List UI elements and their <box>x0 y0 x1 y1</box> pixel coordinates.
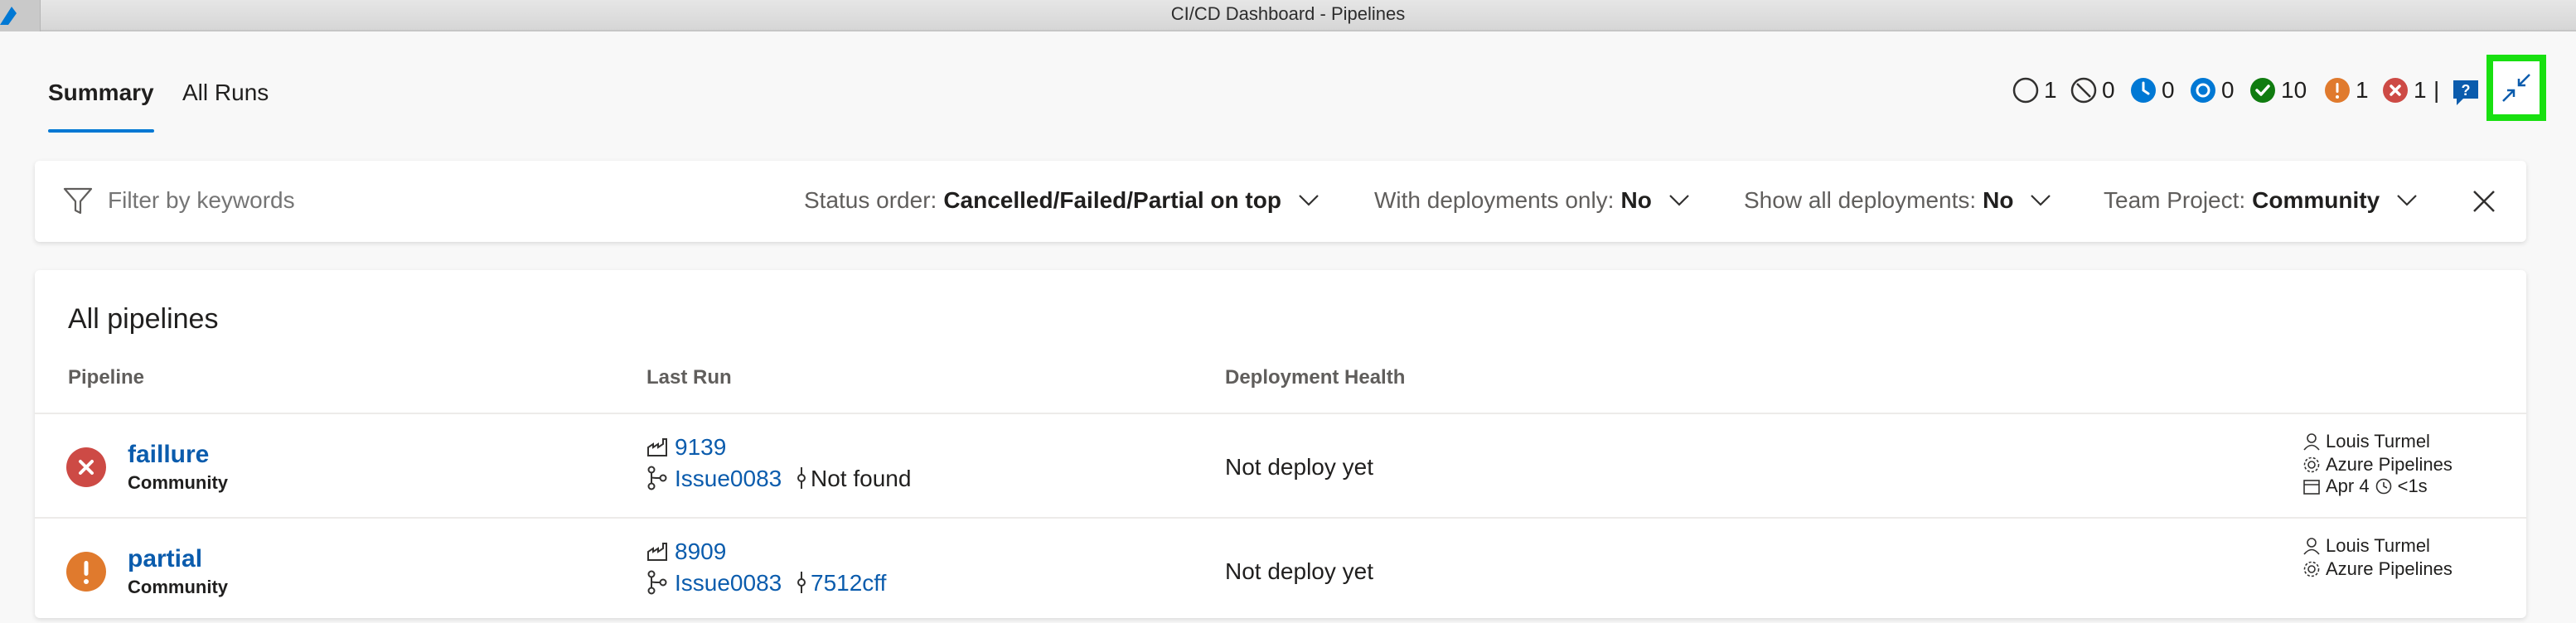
deployment-health-text: Not deploy yet <box>1225 558 1373 584</box>
status-separator: | <box>2433 77 2440 103</box>
pipeline-project: Community <box>128 472 228 493</box>
status-count: 1 <box>2356 77 2369 103</box>
branch-link[interactable]: Issue0083 <box>675 570 782 596</box>
clock-icon <box>2375 478 2391 495</box>
table-row[interactable]: faillure Community 9139 Issue0083 Not fo… <box>35 413 2526 519</box>
commit-link[interactable]: 7512cff <box>811 570 886 596</box>
pipeline-project: Community <box>128 577 228 597</box>
svg-text:?: ? <box>2462 82 2471 99</box>
status-count: 1 <box>2414 77 2427 103</box>
status-count: 10 <box>2281 77 2307 103</box>
window-titlebar: CI/CD Dashboard - Pipelines <box>0 0 2576 31</box>
column-header-pipeline: Pipeline <box>68 366 145 389</box>
run-source: Azure Pipelines <box>2302 454 2453 476</box>
team-project-value: Community <box>2252 187 2380 213</box>
source-name: Azure Pipelines <box>2326 558 2453 579</box>
status-not-started[interactable]: 1 <box>2012 77 2057 104</box>
status-succeeded[interactable]: 10 <box>2249 77 2307 104</box>
collapse-arrows-icon <box>2502 74 2530 102</box>
status-order-dropdown[interactable]: Status order: Cancelled/Failed/Partial o… <box>804 187 1319 214</box>
author-name: Louis Turmel <box>2326 535 2430 556</box>
failed-icon <box>2383 78 2408 103</box>
team-project-label: Team Project: <box>2104 187 2246 213</box>
filter-icon <box>63 187 93 215</box>
deployments-only-label: With deployments only: <box>1374 187 1615 213</box>
not-started-icon <box>2012 77 2039 104</box>
commit-icon <box>797 572 806 593</box>
succeeded-icon <box>2250 78 2275 103</box>
table-row[interactable]: partial Community 8909 Issue0083 7512cff… <box>35 517 2526 623</box>
feedback-help-icon[interactable]: ? <box>2452 79 2482 111</box>
team-project-dropdown[interactable]: Team Project: Community <box>2104 187 2418 214</box>
status-order-value: Cancelled/Failed/Partial on top <box>943 187 1281 213</box>
chevron-down-icon <box>1299 195 1319 206</box>
status-count: 1 <box>2044 77 2057 103</box>
tab-summary[interactable]: Summary <box>48 80 154 106</box>
pipeline-name-link[interactable]: faillure <box>128 441 209 469</box>
source-name: Azure Pipelines <box>2326 454 2453 475</box>
warning-icon <box>2325 78 2350 103</box>
status-order-label: Status order: <box>804 187 937 213</box>
gear-icon <box>2303 456 2320 473</box>
calendar-icon <box>2303 480 2320 495</box>
commit-text: Not found <box>811 466 912 491</box>
run-number-link[interactable]: 8909 <box>675 538 726 565</box>
queued-icon <box>2191 78 2215 103</box>
chevron-down-icon <box>2031 195 2051 206</box>
status-partial[interactable]: 1 <box>2324 77 2369 104</box>
tab-all-runs[interactable]: All Runs <box>182 80 269 106</box>
branch-icon <box>647 570 667 595</box>
status-in-progress[interactable]: 0 <box>2130 77 2175 104</box>
run-source: Azure Pipelines <box>2302 558 2453 580</box>
run-date: Apr 4 <box>2326 476 2370 496</box>
warning-icon <box>66 552 106 592</box>
card-title: All pipelines <box>68 303 219 335</box>
in-progress-icon <box>2131 78 2156 103</box>
tab-active-indicator <box>48 129 154 133</box>
person-icon <box>2303 433 2320 451</box>
window-title: CI/CD Dashboard - Pipelines <box>1170 3 1406 24</box>
status-failed[interactable]: 1 <box>2382 77 2427 104</box>
gear-icon <box>2303 561 2320 577</box>
run-author: Louis Turmel <box>2302 431 2430 452</box>
run-number-link[interactable]: 9139 <box>675 434 726 461</box>
deployments-only-dropdown[interactable]: With deployments only: No <box>1374 187 1690 214</box>
keyword-filter-input[interactable] <box>108 187 522 214</box>
run-author: Louis Turmel <box>2302 535 2430 557</box>
build-run-icon <box>647 438 667 456</box>
status-count: 0 <box>2102 77 2115 103</box>
run-duration: <1s <box>2397 476 2428 496</box>
status-count: 0 <box>2162 77 2175 103</box>
collapse-button[interactable] <box>2486 55 2546 121</box>
show-all-label: Show all deployments: <box>1744 187 1977 213</box>
build-run-icon <box>647 543 667 561</box>
close-icon[interactable] <box>2472 189 2496 214</box>
chevron-down-icon <box>1669 195 1689 206</box>
chevron-down-icon <box>2397 195 2417 206</box>
failed-icon <box>66 447 106 487</box>
column-header-deployment-health: Deployment Health <box>1225 366 1406 389</box>
column-header-last-run: Last Run <box>646 366 732 389</box>
pipelines-card: All pipelines Pipeline Last Run Deployme… <box>35 270 2526 618</box>
status-queued[interactable]: 0 <box>2190 77 2235 104</box>
cancelled-icon <box>2070 77 2097 104</box>
show-all-deployments-dropdown[interactable]: Show all deployments: No <box>1744 187 2051 214</box>
show-all-value: No <box>1983 187 2014 213</box>
commit-icon <box>797 467 806 489</box>
person-icon <box>2303 538 2320 555</box>
status-cancelled[interactable]: 0 <box>2070 77 2115 104</box>
run-timing: Apr 4 <1s <box>2302 476 2428 497</box>
deployments-only-value: No <box>1620 187 1652 213</box>
status-count: 0 <box>2221 77 2235 103</box>
author-name: Louis Turmel <box>2326 431 2430 452</box>
pipeline-name-link[interactable]: partial <box>128 545 202 573</box>
branch-link[interactable]: Issue0083 <box>675 466 782 492</box>
branch-icon <box>647 466 667 490</box>
filter-bar: Status order: Cancelled/Failed/Partial o… <box>35 161 2526 242</box>
deployment-health-text: Not deploy yet <box>1225 454 1373 480</box>
